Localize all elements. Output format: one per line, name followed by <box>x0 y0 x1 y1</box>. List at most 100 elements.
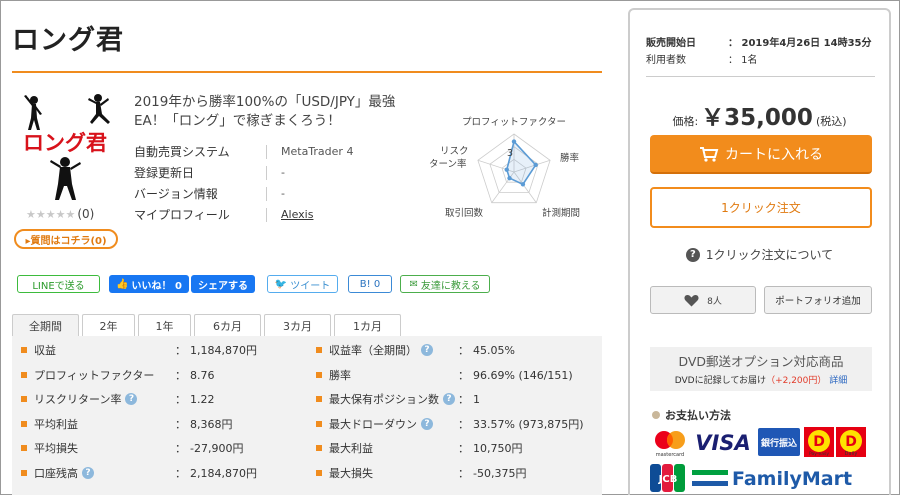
one-click-order-button[interactable]: 1クリック注文 <box>650 187 872 228</box>
price-tax: (税込) <box>815 115 847 128</box>
question-button[interactable]: ▸質問はコチラ(0) <box>14 229 118 249</box>
info-label: マイプロフィール <box>134 208 230 222</box>
visa-logo: VISA <box>695 431 750 454</box>
radar-chart: プロフィットファクター 勝率 計測期間 取引回数 リスク ターン率 3 <box>429 117 580 219</box>
bullet-icon <box>316 396 322 402</box>
tweet-button[interactable]: 🐦 ツイート <box>267 275 338 293</box>
tab-all[interactable]: 全期間 <box>12 314 79 336</box>
question-icon: ? <box>685 247 700 262</box>
facebook-share-button[interactable]: シェアする <box>191 275 255 293</box>
bullet-icon <box>652 411 660 419</box>
tab-6m[interactable]: 6カ月 <box>194 314 261 336</box>
svg-text:D: D <box>845 434 857 450</box>
figure-right-icon <box>88 94 110 124</box>
radar-center-value: 3 <box>507 148 513 159</box>
stat-row: 勝率 ： 96.69% (146/151) <box>316 363 596 387</box>
tab-3m[interactable]: 3カ月 <box>264 314 331 336</box>
divider <box>266 186 267 201</box>
heart-icon <box>684 294 699 306</box>
info-value: MetaTrader 4 <box>281 145 354 158</box>
price: 価格: ￥35,000 (税込) <box>630 98 889 132</box>
one-click-about-link[interactable]: ? 1クリック注文について <box>630 246 889 263</box>
stat-label: プロフィットファクター <box>34 368 155 382</box>
stat-row: 平均利益 ： 8,368円 <box>21 412 301 436</box>
stat-label: リスクリターン率? <box>34 391 138 407</box>
dvd-price: （+2,200円） <box>766 376 827 386</box>
bullet-icon <box>316 371 322 378</box>
tab-2y[interactable]: 2年 <box>82 314 135 336</box>
radar-label-period: 計測期間 <box>542 207 580 219</box>
jcb-logo: JCB <box>650 464 685 492</box>
tab-1y[interactable]: 1年 <box>138 314 191 336</box>
help-icon[interactable]: ? <box>421 344 433 356</box>
price-label: 価格: <box>672 115 699 128</box>
info-label: 自動売買システム <box>134 145 230 159</box>
radar-label-risk-2: ターン率 <box>429 158 467 170</box>
tell-friend-button[interactable]: ✉ 友達に教える <box>400 275 490 293</box>
purchase-sidebar: 販売開始日 ： 2019年4月26日 14時35分 利用者数 ： 1名 価格: ￥… <box>628 8 891 495</box>
thumbs-up-icon: 👍 <box>116 278 129 290</box>
stat-value: ： 45.05% <box>458 344 515 357</box>
radar-point <box>504 167 509 172</box>
radar-point <box>511 139 517 144</box>
bullet-icon <box>21 420 27 427</box>
bullet-icon <box>21 396 27 402</box>
add-portfolio-button[interactable]: ポートフォリオ追加 <box>764 286 872 314</box>
users-value: ： 1名 <box>728 55 758 66</box>
stat-row: 口座残高? ： 2,184,870円 <box>21 461 301 485</box>
favorite-button[interactable]: 8人 <box>650 286 756 314</box>
users-label: 利用者数 <box>646 55 686 66</box>
sale-start-label: 販売開始日 <box>646 38 696 49</box>
mail-icon: ✉ <box>409 278 418 290</box>
help-icon[interactable]: ? <box>125 393 138 405</box>
help-icon[interactable]: ? <box>421 417 433 430</box>
bullet-icon <box>316 347 322 353</box>
stat-label: 最大利益 <box>329 442 373 455</box>
stat-value: ： 10,750円 <box>458 442 523 455</box>
stat-label: 口座残高? <box>34 465 94 481</box>
stat-value: ： 2,184,870円 <box>175 466 257 480</box>
profile-link[interactable]: Alexis <box>281 208 313 221</box>
rating-stars: ★★★★★ <box>26 208 76 221</box>
divider <box>266 207 267 222</box>
facebook-like-button[interactable]: 👍 いいね！ 0 <box>109 275 189 293</box>
info-row-version: バージョン情報 - <box>134 183 424 204</box>
stat-row: リスクリターン率? ： 1.22 <box>21 387 301 411</box>
tab-1m[interactable]: 1カ月 <box>334 314 401 336</box>
bullet-icon <box>21 347 27 353</box>
stat-row: 収益 ： 1,184,870円 <box>21 338 301 362</box>
line-share-button[interactable]: LINEで送る <box>17 275 100 293</box>
cart-icon <box>700 146 719 162</box>
dvd-detail-link[interactable]: 詳細 <box>829 376 847 386</box>
radar-label-winrate: 勝率 <box>560 152 580 164</box>
bullet-icon <box>21 469 27 476</box>
stat-row: 最大ドローダウン? ： 33.57% (973,875円) <box>316 412 596 436</box>
help-icon[interactable]: ? <box>443 393 455 405</box>
bank-transfer-logo: 銀行振込 <box>758 428 800 456</box>
stat-value: ： 1,184,870円 <box>175 344 257 357</box>
stat-value: ： 33.57% (973,875円) <box>458 417 584 431</box>
familymart-stripe-logo <box>692 470 728 486</box>
radar-label-pf: プロフィットファクター <box>462 117 566 128</box>
sidebar-divider <box>646 76 875 77</box>
svg-text:Daily: Daily <box>845 451 858 457</box>
stats-panel: 収益 ： 1,184,870円 プロフィットファクター ： 8.76 リスクリターン率? ： 1… <box>12 336 602 495</box>
catch-copy: 2019年から勝率100%の「USD/JPY」最強EA！「ロング」で稼ぎまくろう… <box>134 94 396 129</box>
stat-row: 最大損失 ： -50,375円 <box>316 461 596 485</box>
stat-label: 収益率（全期間）? <box>329 342 433 358</box>
radar-label-risk-1: リスク <box>440 146 469 157</box>
bullet-icon <box>316 445 322 451</box>
svg-text:VISA: VISA <box>695 431 750 454</box>
svg-text:mastercard: mastercard <box>656 452 684 458</box>
svg-text:JCB: JCB <box>658 474 678 485</box>
svg-text:ロング君: ロング君 <box>23 131 107 155</box>
title-divider <box>12 71 602 73</box>
product-title: ロング君 <box>12 25 124 56</box>
help-icon[interactable]: ? <box>82 466 94 479</box>
info-row-system: 自動売買システム MetaTrader 4 <box>134 141 424 162</box>
stat-label: 平均利益 <box>34 417 78 431</box>
add-to-cart-button[interactable]: カートに入れる <box>650 135 872 174</box>
sale-start-value: ： 2019年4月26日 14時35分 <box>728 38 872 49</box>
radar-point <box>533 162 538 168</box>
hatena-bookmark-button[interactable]: B! 0 <box>348 275 392 293</box>
